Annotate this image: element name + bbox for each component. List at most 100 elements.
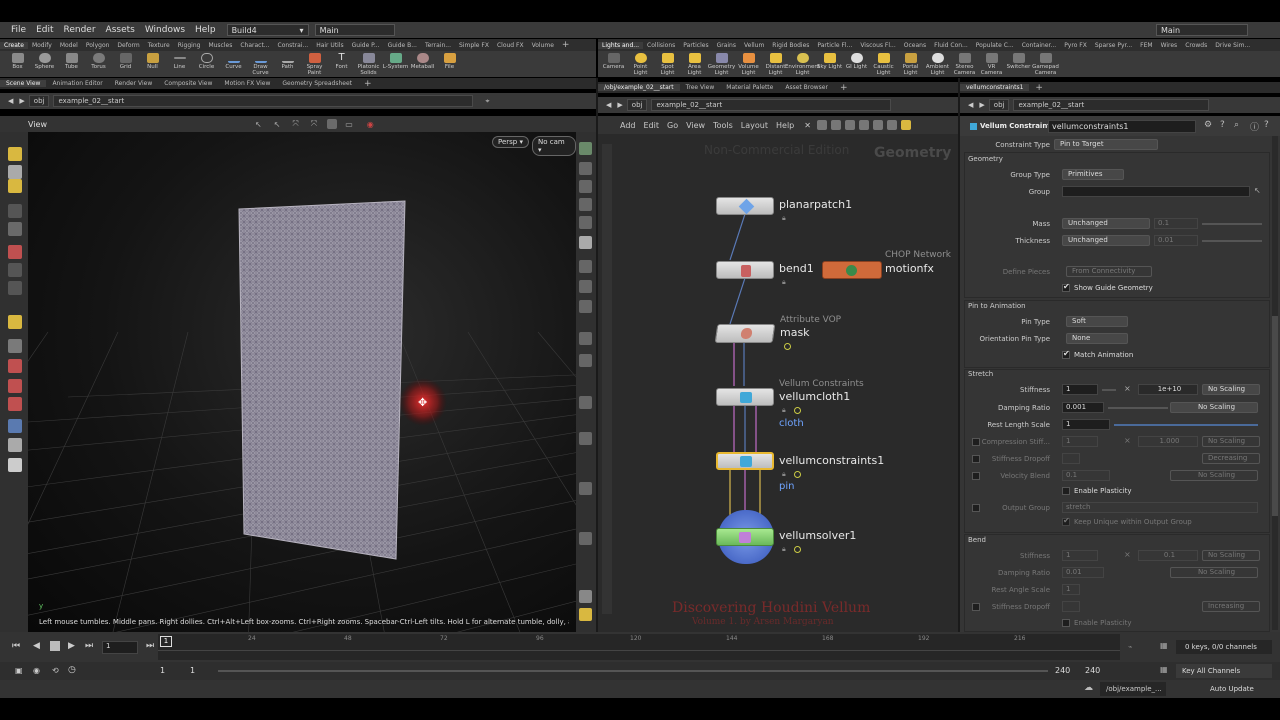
draw-curve-tool[interactable]: Draw Curve <box>247 51 274 76</box>
damping-slider[interactable] <box>1108 407 1168 409</box>
font-tool[interactable]: T Font <box>328 51 355 71</box>
enable-plasticity-checkbox[interactable] <box>1062 487 1070 495</box>
tab-render-view[interactable]: Render View <box>109 80 159 87</box>
display-option-icon[interactable] <box>579 532 592 545</box>
right-context-dropdown[interactable]: Main <box>1156 24 1248 36</box>
spray-paint-tool[interactable]: Spray Paint <box>301 51 328 76</box>
stereo-camera-tool[interactable]: Stereo Camera <box>951 51 978 76</box>
node-vellumcloth1[interactable] <box>716 388 774 406</box>
tab-animation-editor[interactable]: Animation Editor <box>46 80 108 87</box>
define-pieces-menu[interactable]: From Connectivity <box>1066 266 1152 277</box>
constraint-type-menu[interactable]: Pin to Target <box>1054 139 1158 150</box>
help-book-icon[interactable]: ? <box>1264 120 1269 130</box>
spot-light-tool[interactable]: Spot Light <box>654 51 681 76</box>
channel-icon[interactable]: ▦ <box>1160 641 1168 650</box>
shelf-tab[interactable]: Particle Fl... <box>813 42 856 49</box>
magnet-2-icon[interactable] <box>8 397 22 411</box>
area-light-tool[interactable]: Area Light <box>681 51 708 76</box>
pin-icon[interactable]: ⌖ <box>485 97 489 106</box>
path-root[interactable]: obj <box>626 99 648 111</box>
camera-tool-icon[interactable] <box>8 419 22 433</box>
menu-help[interactable]: Help <box>776 121 794 130</box>
start-frame[interactable]: 1 <box>160 666 165 675</box>
node-mask[interactable] <box>714 324 776 343</box>
search-icon[interactable]: ⌕ <box>1234 120 1239 130</box>
image-icon[interactable] <box>872 120 883 130</box>
playhead[interactable]: 1 <box>160 636 172 647</box>
display-option-icon[interactable] <box>579 432 592 445</box>
orientation-pin-menu[interactable]: None <box>1066 333 1128 344</box>
shelf-tab[interactable]: Charact... <box>236 42 273 49</box>
shelf-tab[interactable]: Oceans <box>900 42 930 49</box>
display-option-icon[interactable] <box>579 354 592 367</box>
shelf-tab[interactable]: Sparse Pyr... <box>1091 42 1136 49</box>
desktop-dropdown[interactable]: Build4 ▾ <box>226 24 309 36</box>
brush-icon[interactable] <box>8 165 22 179</box>
tube-tool[interactable]: Tube <box>58 51 85 70</box>
gamepad-camera-tool[interactable]: Gamepad Camera <box>1032 51 1059 76</box>
display-option-icon[interactable] <box>579 142 592 155</box>
play-reverse-icon[interactable]: ◀ <box>33 641 40 651</box>
select-arrow-icon[interactable]: ↖ <box>1254 186 1261 195</box>
rotate-icon[interactable] <box>8 263 22 277</box>
stiffness-field[interactable]: 1 <box>1062 384 1098 395</box>
vr-camera-tool[interactable]: VR Camera <box>978 51 1005 76</box>
display-option-icon[interactable] <box>579 396 592 409</box>
node-vellumconstraints1[interactable] <box>716 452 774 470</box>
add-tab-icon[interactable]: + <box>834 83 854 93</box>
switcher-tool[interactable]: Switcher <box>1005 51 1032 70</box>
add-shelf-icon[interactable]: + <box>558 40 574 50</box>
light-tool-icon[interactable] <box>8 438 22 452</box>
color-icon[interactable] <box>886 120 897 130</box>
tab-vellumconstraints1[interactable]: vellumconstraints1 <box>960 84 1030 91</box>
network-editor[interactable]: Non-Commercial Edition Geometry planarpa… <box>598 134 958 632</box>
dropoff-direction-menu[interactable]: Decreasing <box>1202 453 1260 464</box>
menu-render[interactable]: Render <box>59 25 101 35</box>
shelf-tab[interactable]: Model <box>56 42 82 49</box>
step-icon[interactable]: ⏭ <box>146 641 154 651</box>
stiffness-dropoff-field[interactable] <box>1062 453 1080 464</box>
pin-type-menu[interactable]: Soft <box>1066 316 1128 327</box>
gi-light-tool[interactable]: GI Light <box>843 51 870 70</box>
shelf-tab[interactable]: Fluid Con... <box>930 42 972 49</box>
camera-menu[interactable]: No cam ▾ <box>532 136 576 156</box>
path-node[interactable]: example_02__start <box>53 95 474 107</box>
help-icon[interactable]: ? <box>1220 120 1225 130</box>
geometry-light-tool[interactable]: Geometry Light <box>708 51 735 76</box>
torus-tool[interactable]: Torus <box>85 51 112 70</box>
range-start[interactable]: 1 <box>190 666 195 675</box>
display-icon[interactable] <box>327 119 338 129</box>
shelf-tab[interactable]: Rigging <box>174 42 205 49</box>
viewport-3d[interactable]: ✥ Persp ▾ No cam ▾ y Left mouse tumbles.… <box>28 132 576 632</box>
shelf-tab[interactable]: Drive Sim... <box>1211 42 1254 49</box>
bend-plasticity-checkbox[interactable] <box>1062 619 1070 627</box>
mass-slider[interactable] <box>1202 223 1262 225</box>
menu-edit[interactable]: Edit <box>644 121 660 130</box>
back-arrow-icon[interactable]: ◀ <box>968 101 973 109</box>
volume-light-tool[interactable]: Volume Light <box>735 51 762 76</box>
curve-tool[interactable]: Curve <box>220 51 247 70</box>
menu-windows[interactable]: Windows <box>140 25 190 35</box>
display-option-icon[interactable] <box>579 300 592 313</box>
current-frame-field[interactable]: 1 <box>102 641 138 654</box>
lock-icon[interactable] <box>8 222 22 236</box>
thickness-slider[interactable] <box>1202 240 1262 242</box>
show-guide-checkbox[interactable]: ✔ <box>1062 282 1070 292</box>
shelf-tab[interactable]: Guide P... <box>348 42 384 49</box>
back-arrow-icon[interactable]: ◀ <box>606 101 611 109</box>
match-animation-checkbox[interactable]: ✔ <box>1062 349 1070 359</box>
key-icon[interactable]: ⌁ <box>1128 643 1132 651</box>
handle-tool-icon[interactable] <box>8 315 22 329</box>
metaball-tool[interactable]: Metaball <box>409 51 436 70</box>
menu-view[interactable]: View <box>686 121 705 130</box>
shelf-tab[interactable]: Muscles <box>204 42 236 49</box>
forward-arrow-icon[interactable]: ▶ <box>617 101 622 109</box>
tab-geometry-spreadsheet[interactable]: Geometry Spreadsheet <box>276 80 358 87</box>
layout-icon[interactable] <box>816 120 827 130</box>
grid-view-icon[interactable] <box>830 120 841 130</box>
shelf-tab[interactable]: Pyro FX <box>1060 42 1091 49</box>
select-tool-icon[interactable] <box>8 204 22 218</box>
realtime-icon[interactable]: ◷ <box>68 665 76 675</box>
camera-tool[interactable]: Camera <box>600 51 627 70</box>
render-icon[interactable]: ▭ <box>345 120 353 129</box>
